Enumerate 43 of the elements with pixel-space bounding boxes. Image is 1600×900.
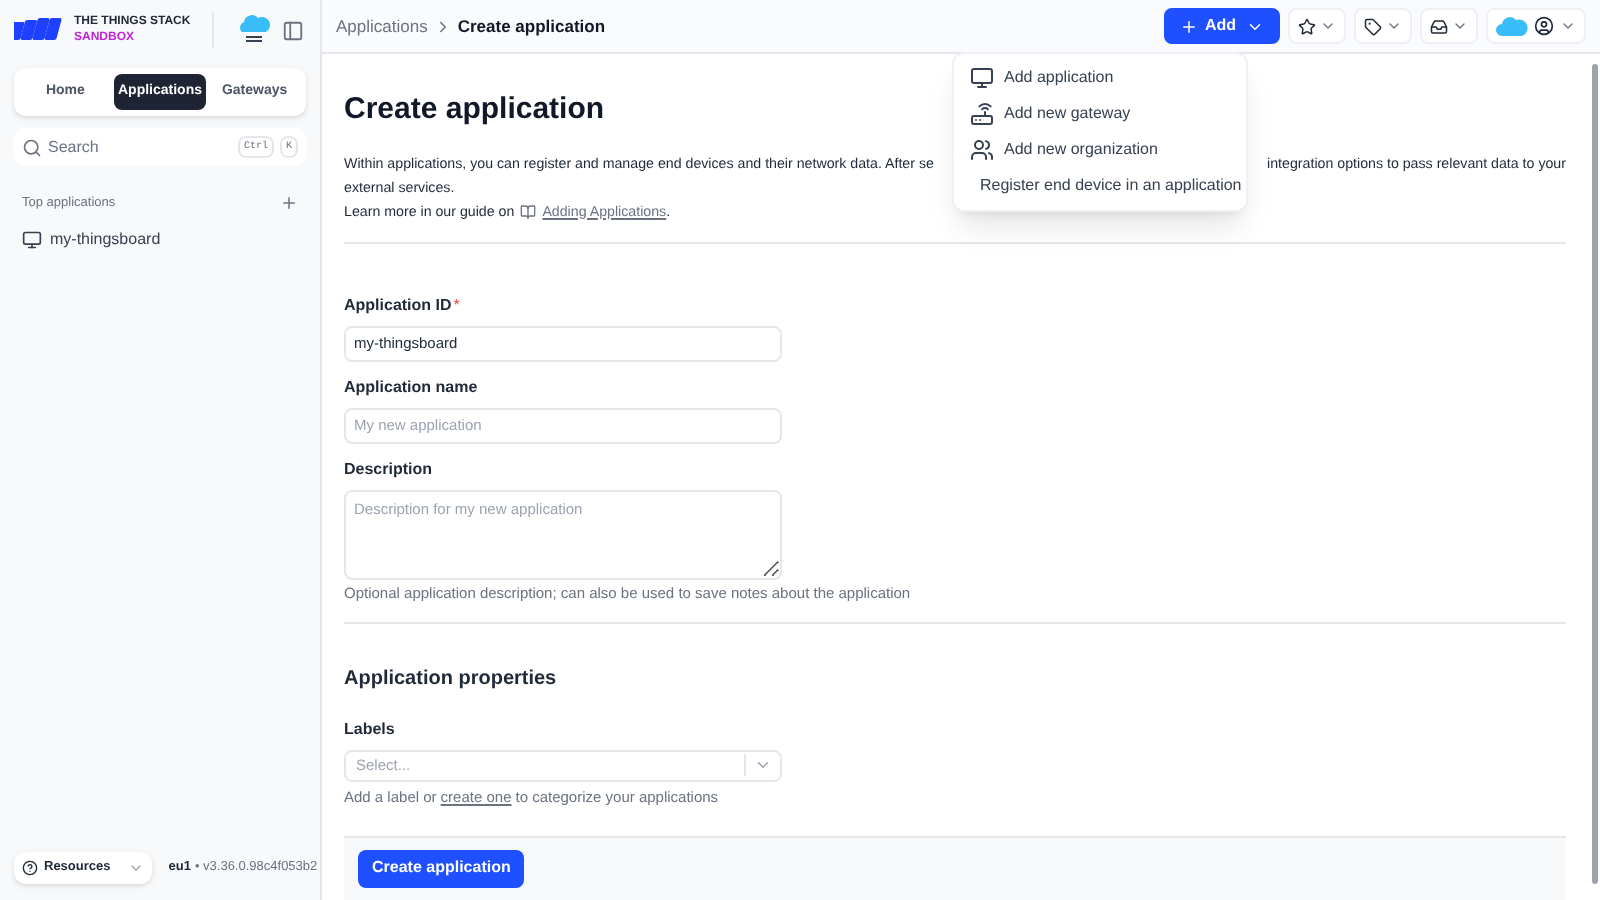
search-input[interactable]: Search	[48, 135, 232, 159]
field-label: Application ID	[344, 293, 452, 317]
field-label: Application name	[344, 375, 478, 399]
chevron-down-icon	[1320, 18, 1336, 34]
field-label: Labels	[344, 717, 397, 742]
network-logo-icon	[238, 14, 271, 46]
tags-button[interactable]	[1354, 8, 1412, 44]
network-logo-icon	[1496, 16, 1528, 36]
sidebar-item[interactable]: my-thingsboard	[22, 227, 298, 252]
add-icon[interactable]	[280, 194, 298, 213]
breadcrumb[interactable]: Applications	[336, 13, 428, 39]
menu-item[interactable]: Add new gateway	[954, 96, 1246, 132]
page-title: Create application	[344, 90, 605, 130]
star-icon	[1298, 17, 1316, 35]
inbox-icon	[1430, 17, 1448, 35]
inbox-button[interactable]	[1420, 8, 1478, 44]
chevron-down-icon	[128, 860, 145, 876]
search-icon	[22, 137, 42, 157]
bookmarks-button[interactable]	[1288, 8, 1346, 44]
chevron-down-icon	[1560, 18, 1576, 34]
monitor-icon	[22, 229, 42, 250]
plus-icon	[1180, 17, 1199, 35]
menu-item[interactable]: Add new organization	[954, 132, 1246, 168]
people-icon	[970, 138, 994, 162]
book-icon	[520, 203, 537, 219]
logo-icon	[14, 18, 66, 42]
menu-item[interactable]: Add application	[954, 60, 1246, 96]
required-mark: *	[453, 293, 460, 317]
account-button[interactable]	[1486, 8, 1586, 44]
user-icon	[1534, 16, 1554, 36]
field-label: Description	[344, 457, 433, 481]
create-application-button[interactable]: Create application	[358, 849, 525, 888]
add-button[interactable]: Add	[1164, 8, 1280, 44]
help-icon	[22, 860, 38, 876]
menu-item[interactable]: Register end device in an application	[954, 168, 1246, 204]
chevron-down-icon	[1386, 18, 1402, 34]
monitor-icon	[970, 66, 994, 90]
chevron-down-icon	[1452, 18, 1468, 34]
sidebar-toggle-icon[interactable]	[282, 19, 304, 41]
router-icon	[970, 102, 994, 126]
tag-icon	[1364, 17, 1382, 35]
section-title: Application properties	[344, 665, 559, 694]
breadcrumb: Create application	[457, 13, 606, 39]
